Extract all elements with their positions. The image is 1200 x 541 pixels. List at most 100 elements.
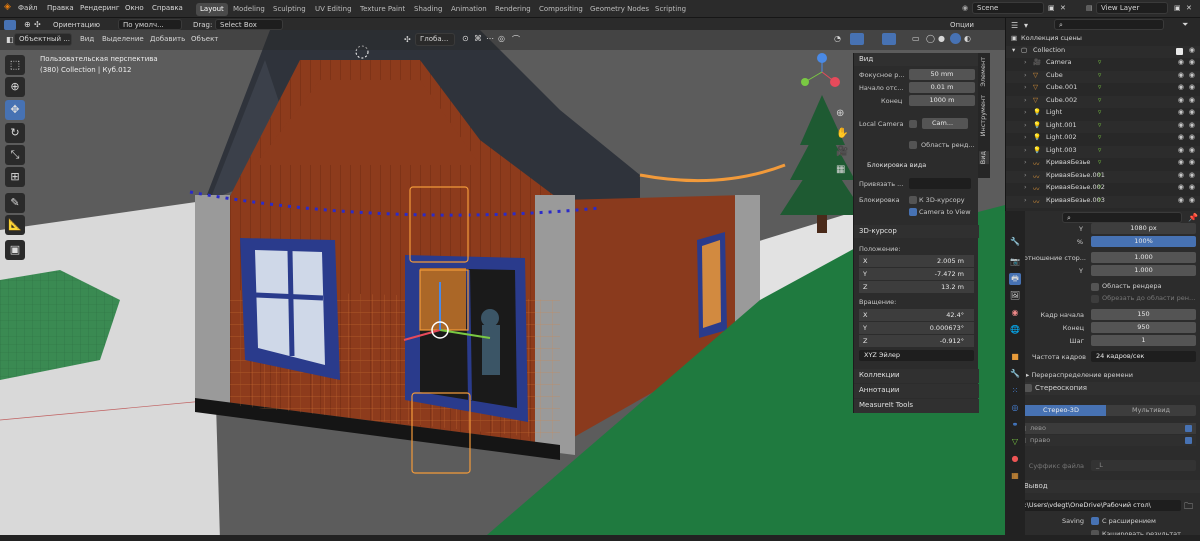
clip-start-field[interactable]: 0.01 m: [909, 82, 975, 93]
ortho-toggle-icon[interactable]: ▦: [836, 164, 845, 175]
camera-render-icon[interactable]: ◉: [1189, 171, 1195, 179]
material-tab-icon[interactable]: ●: [1009, 453, 1021, 465]
stereoscopy-header[interactable]: ▾ Стереоскопия: [1006, 382, 1200, 395]
snap-target-icon[interactable]: ⋯: [486, 34, 494, 43]
frame-start-field[interactable]: 150: [1091, 309, 1196, 320]
camera-render-icon[interactable]: ◉: [1189, 158, 1195, 166]
view-lock-header[interactable]: Блокировка вида: [867, 161, 926, 169]
outliner-item[interactable]: › 〰 КриваяБезье ▿ ◉ ◉: [1006, 158, 1200, 170]
move-tool-icon[interactable]: ✥: [5, 100, 25, 120]
tab-animation[interactable]: Animation: [447, 3, 491, 16]
menu-add[interactable]: Добавить: [150, 35, 185, 43]
cursor-rot-x-field[interactable]: X 42.4°: [859, 309, 974, 321]
outliner-scene-collection-row[interactable]: ▣ Коллекция сцены: [1006, 34, 1200, 46]
outliner-item[interactable]: › 💡 Light ▿ ◉ ◉: [1006, 108, 1200, 120]
stereo-left-row[interactable]: ▣ лево: [1016, 423, 1196, 434]
tab-texture-paint[interactable]: Texture Paint: [356, 3, 409, 16]
outliner-item[interactable]: › ▽ Cube.001 ▿ ◉ ◉: [1006, 83, 1200, 95]
fps-dropdown[interactable]: 24 кадров/сек: [1091, 351, 1196, 362]
eye-icon[interactable]: ◉: [1178, 71, 1184, 79]
stereoscopy-checkbox[interactable]: [1024, 384, 1032, 392]
outliner-item[interactable]: › ▽ Cube.002 ▿ ◉ ◉: [1006, 95, 1200, 108]
expand-icon[interactable]: ›: [1024, 171, 1027, 179]
expand-icon[interactable]: ›: [1024, 83, 1027, 91]
camera-render-icon[interactable]: ◉: [1189, 121, 1195, 129]
scale-tool-icon[interactable]: ⤡: [5, 145, 25, 165]
constraints-tab-icon[interactable]: ⚭: [1009, 419, 1021, 431]
cursor-section-header[interactable]: 3D-курсор: [854, 225, 979, 238]
zoom-icon[interactable]: ⊕: [836, 108, 844, 119]
camera-render-icon[interactable]: ◉: [1189, 83, 1195, 91]
annotations-section-header[interactable]: Аннотации: [854, 384, 979, 398]
cursor-rot-z-field[interactable]: Z -0.912°: [859, 335, 974, 347]
tab-shading[interactable]: Shading: [410, 3, 446, 16]
tab-layout[interactable]: Layout: [196, 3, 228, 16]
menu-render[interactable]: Рендеринг: [80, 4, 120, 12]
extension-checkbox[interactable]: [1091, 517, 1099, 525]
menu-help[interactable]: Справка: [152, 4, 183, 12]
expand-icon[interactable]: ›: [1024, 183, 1027, 191]
camera-render-icon[interactable]: ◉: [1189, 71, 1195, 79]
res-y-field[interactable]: 1080 px: [1091, 223, 1196, 234]
render-region-checkbox[interactable]: [909, 141, 917, 149]
lock-cursor-checkbox[interactable]: [909, 196, 917, 204]
measure-tool-icon[interactable]: 📐: [5, 215, 25, 235]
view-layer-selector[interactable]: View Layer: [1096, 2, 1168, 14]
tab-view[interactable]: Вид: [979, 151, 989, 165]
multiview-tab[interactable]: Мультивид: [1106, 405, 1196, 416]
proportional-edit-icon[interactable]: ◎: [498, 34, 505, 43]
texture-tab-icon[interactable]: ▦: [1009, 470, 1021, 482]
tab-uv-editing[interactable]: UV Editing: [311, 3, 356, 16]
view-section-header[interactable]: Вид: [854, 53, 979, 66]
eye-icon[interactable]: ◉: [1178, 108, 1184, 116]
outliner-search-input[interactable]: ⌕: [1054, 19, 1164, 30]
expand-icon[interactable]: ›: [1024, 158, 1027, 166]
rotate-tool-icon[interactable]: ✣: [34, 20, 41, 29]
eye-icon[interactable]: ◉: [1189, 46, 1195, 54]
menu-view[interactable]: Вид: [80, 35, 94, 43]
solid-shading-icon[interactable]: ●: [938, 34, 945, 43]
menu-edit[interactable]: Правка: [47, 4, 74, 12]
object-tab-icon[interactable]: ■: [1009, 351, 1021, 363]
outliner-item[interactable]: › 💡 Light.003 ▿ ◉ ◉: [1006, 145, 1200, 158]
expand-icon[interactable]: ›: [1024, 71, 1027, 79]
new-view-layer-icon[interactable]: ▣: [1174, 4, 1181, 12]
transform-tool-icon[interactable]: ⊞: [5, 167, 25, 187]
outliner-filter-funnel-icon[interactable]: ⏷: [1182, 20, 1188, 30]
physics-tab-icon[interactable]: ◎: [1009, 402, 1021, 414]
global-orientation-dropdown[interactable]: Глоба...: [415, 33, 455, 46]
expand-icon[interactable]: ›: [1024, 133, 1027, 141]
eye-icon[interactable]: ◉: [1178, 83, 1184, 91]
collections-section-header[interactable]: Коллекции: [854, 369, 979, 383]
visibility-icon[interactable]: ◔: [834, 34, 841, 43]
scene-tab-icon[interactable]: ◉: [1009, 307, 1021, 319]
wireframe-shading-icon[interactable]: ◯: [926, 34, 935, 43]
particles-tab-icon[interactable]: ⁙: [1009, 385, 1021, 397]
menu-select[interactable]: Выделение: [102, 35, 144, 43]
expand-icon[interactable]: ›: [1024, 196, 1027, 204]
eye-icon[interactable]: ◉: [1178, 196, 1184, 204]
render-region-checkbox-props[interactable]: [1091, 283, 1099, 291]
outliner-collection-row[interactable]: ▾ ▢ Collection ◉: [1006, 46, 1200, 58]
add-cube-tool-icon[interactable]: ▣: [5, 240, 25, 260]
measureit-section-header[interactable]: MeasureIt Tools: [854, 399, 979, 413]
cursor-loc-y-field[interactable]: Y -7.472 m: [859, 268, 974, 280]
tool-tab-icon[interactable]: 🔧: [1009, 236, 1021, 248]
local-camera-field[interactable]: Cam...: [922, 118, 968, 129]
move-tool-icon[interactable]: ⊕: [24, 20, 31, 29]
view-layer-tab-icon[interactable]: 🖼: [1009, 290, 1021, 302]
step-field[interactable]: 1: [1091, 335, 1196, 346]
local-camera-checkbox[interactable]: [909, 120, 917, 128]
stereo-3d-tab[interactable]: Стерео-3D: [1016, 405, 1106, 416]
outliner-item[interactable]: › 💡 Light.001 ▿ ◉ ◉: [1006, 120, 1200, 133]
output-header[interactable]: ▾ Вывод: [1006, 480, 1200, 493]
eye-icon[interactable]: ◉: [1178, 183, 1184, 191]
outliner-item[interactable]: › 〰 КриваяБезье.001 ▿ ◉ ◉: [1006, 170, 1200, 183]
eye-icon[interactable]: ◉: [1178, 146, 1184, 154]
orientation-dropdown[interactable]: По умолч...: [118, 19, 182, 30]
eye-icon[interactable]: ◉: [1178, 96, 1184, 104]
rotation-mode-dropdown[interactable]: XYZ Эйлер: [859, 350, 974, 361]
mode-dropdown[interactable]: Объектный ...: [14, 33, 72, 46]
aspect-x-field[interactable]: 1.000: [1091, 252, 1196, 263]
eye-icon[interactable]: ◉: [1178, 133, 1184, 141]
